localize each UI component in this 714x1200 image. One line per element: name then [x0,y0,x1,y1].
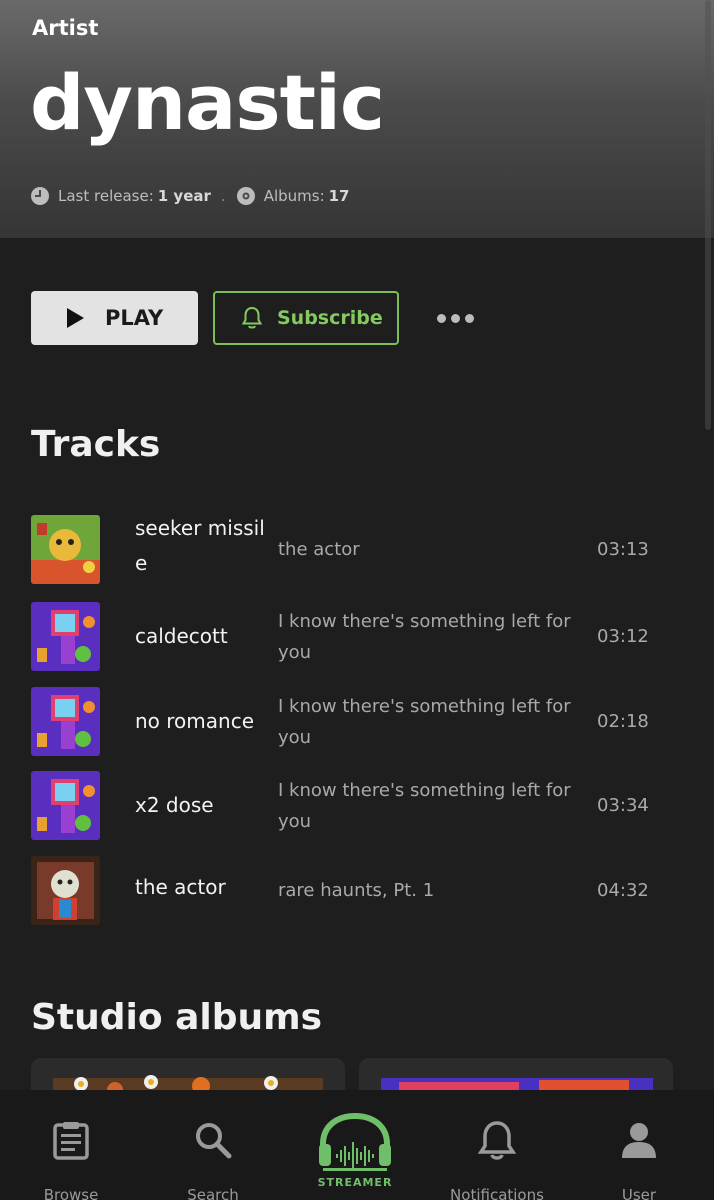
track-duration: 03:13 [597,539,649,560]
tracks-heading: Tracks [31,424,161,465]
play-label: PLAY [105,306,164,330]
last-release-value: 1 year [157,187,211,205]
track-duration: 02:18 [597,711,649,732]
albums-count: 17 [328,187,350,205]
nav-search-label: Search [187,1186,239,1200]
bottom-navigation: Browse Search STREAMER Notifications Use… [0,1090,714,1200]
track-row[interactable]: x2 dose I know there's something left fo… [31,771,671,843]
track-album: rare haunts, Pt. 1 [278,880,435,901]
nav-browse[interactable]: Browse [0,1090,142,1200]
logo-text: STREAMER [317,1176,393,1189]
more-options-button[interactable] [432,300,478,336]
clipboard-icon [53,1122,89,1160]
headphones-logo [319,1112,391,1171]
dot [464,313,474,323]
disc-icon [236,186,256,206]
track-duration: 03:12 [597,626,649,647]
artist-header: Artist dynastic Last release: 1 year . A… [0,0,714,238]
track-title: no romance [135,709,255,733]
track-album: I know there's something left for you [278,611,571,663]
nav-user-label: User [621,1186,657,1200]
subscribe-button[interactable]: Subscribe [213,291,399,345]
nav-search[interactable]: Search [142,1090,284,1200]
search-icon [196,1123,232,1159]
album-cover [31,856,100,925]
meta-separator: . [220,187,226,205]
nav-user[interactable]: User [568,1090,710,1200]
album-cover [31,771,100,840]
nav-home-logo[interactable]: STREAMER [284,1090,426,1200]
scrollbar[interactable] [705,0,711,430]
album-cover [31,687,100,756]
nav-notifications-label: Notifications [450,1186,544,1200]
track-album: I know there's something left for you [278,780,571,832]
albums-label: Albums: [263,187,325,205]
last-release-label: Last release: [58,187,154,205]
play-icon [67,308,84,328]
dot [450,313,460,323]
subscribe-label: Subscribe [277,307,383,329]
track-duration: 03:34 [597,795,649,816]
artist-name: dynastic [30,58,385,147]
header-label: Artist [32,16,99,40]
track-title: x2 dose [135,793,214,817]
bell-icon [477,1121,517,1160]
track-title: seeker missile [135,516,265,575]
track-row[interactable]: the actor rare haunts, Pt. 1 04:32 [31,856,671,928]
track-title: caldecott [135,624,228,648]
album-cover [31,515,100,584]
user-icon [622,1123,656,1158]
nav-notifications[interactable]: Notifications [426,1090,568,1200]
track-album: I know there's something left for you [278,696,571,748]
play-button[interactable]: PLAY [31,291,198,345]
track-row[interactable]: no romance I know there's something left… [31,687,671,759]
clock-icon [30,186,50,206]
bell-icon [241,306,263,329]
studio-albums-heading: Studio albums [31,997,323,1038]
nav-browse-label: Browse [43,1186,99,1200]
track-title: the actor [135,875,226,899]
track-row[interactable]: caldecott I know there's something left … [31,602,671,674]
track-album: the actor [278,539,360,560]
track-row[interactable]: seeker missile the actor 03:13 [31,515,671,587]
artist-meta: Last release: 1 year . Albums: 17 [30,186,350,206]
dot [436,313,446,323]
track-duration: 04:32 [597,880,649,901]
album-cover [31,602,100,671]
